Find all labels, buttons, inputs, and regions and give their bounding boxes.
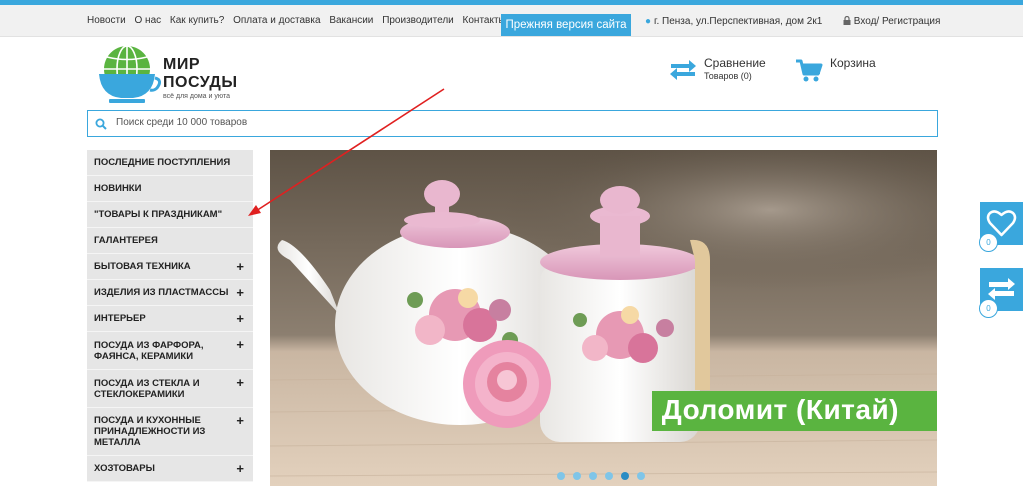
slider-dot[interactable] xyxy=(605,472,613,480)
sidebar-item-label: ИНТЕРЬЕР xyxy=(94,313,146,324)
nav-link-manufacturers[interactable]: Производители xyxy=(382,15,454,26)
sidebar-item-label: ХОЗТОВАРЫ xyxy=(94,463,155,474)
cart-title: Корзина xyxy=(830,56,876,70)
slider-dot[interactable] xyxy=(573,472,581,480)
nav-link-news[interactable]: Новости xyxy=(87,15,126,26)
expand-plus-icon[interactable]: + xyxy=(236,338,244,351)
sidebar-item-label: ПОСУДА И КУХОННЫЕ ПРИНАДЛЕЖНОСТИ ИЗ МЕТА… xyxy=(94,415,206,448)
nav-link-payment-delivery[interactable]: Оплата и доставка xyxy=(233,15,320,26)
slider-dot[interactable] xyxy=(557,472,565,480)
sidebar-item-haberdashery[interactable]: ГАЛАНТЕРЕЯ xyxy=(87,228,253,254)
expand-plus-icon[interactable]: + xyxy=(236,414,244,427)
logo-title-line1: МИР xyxy=(163,56,200,73)
store-address: ● г. Пенза, ул.Перспективная, дом 2к1 xyxy=(645,16,822,27)
promo-banner-slider[interactable]: Доломит (Китай) xyxy=(270,150,937,486)
sidebar-item-label: "ТОВАРЫ К ПРАЗДНИКАМ" xyxy=(94,209,223,220)
category-sidebar: ПОСЛЕДНИЕ ПОСТУПЛЕНИЯ НОВИНКИ "ТОВАРЫ К … xyxy=(87,150,253,482)
shopping-cart-icon xyxy=(796,59,823,82)
nav-link-contacts[interactable]: Контакты xyxy=(463,15,506,26)
favorites-widget[interactable]: 0 xyxy=(979,202,1023,252)
compare-count-badge: 0 xyxy=(979,299,998,318)
sidebar-item-appliances[interactable]: БЫТОВАЯ ТЕХНИКА + xyxy=(87,254,253,280)
sidebar-item-metal-cookware[interactable]: ПОСУДА И КУХОННЫЕ ПРИНАДЛЕЖНОСТИ ИЗ МЕТА… xyxy=(87,408,253,456)
banner-teapot-photo xyxy=(270,150,937,486)
compare-title: Сравнение xyxy=(704,56,766,70)
expand-plus-icon[interactable]: + xyxy=(236,286,244,299)
search-bar[interactable] xyxy=(87,110,938,137)
sidebar-item-interior[interactable]: ИНТЕРЬЕР + xyxy=(87,306,253,332)
top-nav: Новости О нас Как купить? Оплата и доста… xyxy=(87,15,512,26)
expand-plus-icon[interactable]: + xyxy=(236,376,244,389)
sidebar-item-label: БЫТОВАЯ ТЕХНИКА xyxy=(94,261,191,272)
expand-plus-icon[interactable]: + xyxy=(236,462,244,475)
sidebar-item-new-products[interactable]: НОВИНКИ xyxy=(87,176,253,202)
map-pin-icon: ● xyxy=(645,16,652,27)
slider-dot-active[interactable] xyxy=(621,472,629,480)
logo-tagline: всё для дома и уюта xyxy=(163,93,230,100)
slider-dot[interactable] xyxy=(589,472,597,480)
search-icon[interactable] xyxy=(95,118,107,130)
sidebar-item-label: ПОСЛЕДНИЕ ПОСТУПЛЕНИЯ xyxy=(94,157,231,168)
top-bar: Новости О нас Как купить? Оплата и доста… xyxy=(0,5,1023,37)
slider-dot[interactable] xyxy=(637,472,645,480)
address-text: г. Пенза, ул.Перспективная, дом 2к1 xyxy=(654,16,823,27)
sidebar-item-plastic-goods[interactable]: ИЗДЕЛИЯ ИЗ ПЛАСТМАССЫ + xyxy=(87,280,253,306)
sidebar-item-label: ПОСУДА ИЗ СТЕКЛА И СТЕКЛОКЕРАМИКИ xyxy=(94,377,200,400)
expand-plus-icon[interactable]: + xyxy=(236,260,244,273)
login-register-link[interactable]: Вход/ Регистрация xyxy=(843,15,941,27)
logo-title-line2: ПОСУДЫ xyxy=(163,74,238,91)
sidebar-item-household-goods[interactable]: ХОЗТОВАРЫ + xyxy=(87,456,253,482)
sidebar-item-label: ГАЛАНТЕРЕЯ xyxy=(94,235,158,246)
sidebar-item-latest-arrivals[interactable]: ПОСЛЕДНИЕ ПОСТУПЛЕНИЯ xyxy=(87,150,253,176)
login-register-label: Вход/ Регистрация xyxy=(853,16,941,27)
expand-plus-icon[interactable]: + xyxy=(236,312,244,325)
nav-link-vacancies[interactable]: Вакансии xyxy=(329,15,373,26)
sidebar-item-porcelain[interactable]: ПОСУДА ИЗ ФАРФОРА, ФАЯНСА, КЕРАМИКИ + xyxy=(87,332,253,370)
favorites-count-badge: 0 xyxy=(979,233,998,252)
nav-link-how-to-buy[interactable]: Как купить? xyxy=(170,15,224,26)
sidebar-item-holiday-goods[interactable]: "ТОВАРЫ К ПРАЗДНИКАМ" xyxy=(87,202,253,228)
lock-icon xyxy=(843,15,854,27)
old-site-version-button[interactable]: Прежняя версия сайта xyxy=(501,14,631,36)
banner-caption: Доломит (Китай) xyxy=(651,391,937,431)
compare-arrows-icon xyxy=(670,60,696,80)
search-input[interactable] xyxy=(116,117,916,128)
compare-count: Товаров (0) xyxy=(704,71,752,81)
sidebar-item-label: ИЗДЕЛИЯ ИЗ ПЛАСТМАССЫ xyxy=(94,287,229,298)
compare-widget[interactable]: 0 xyxy=(979,268,1023,318)
site-logo[interactable]: МИР ПОСУДЫ всё для дома и уюта xyxy=(95,44,255,104)
sidebar-item-glassware[interactable]: ПОСУДА ИЗ СТЕКЛА И СТЕКЛОКЕРАМИКИ + xyxy=(87,370,253,408)
sidebar-item-label: ПОСУДА ИЗ ФАРФОРА, ФАЯНСА, КЕРАМИКИ xyxy=(94,339,204,362)
sidebar-item-label: НОВИНКИ xyxy=(94,183,142,194)
slider-dots xyxy=(557,472,645,480)
globe-cup-logo-icon xyxy=(99,45,161,103)
nav-link-about[interactable]: О нас xyxy=(135,15,162,26)
